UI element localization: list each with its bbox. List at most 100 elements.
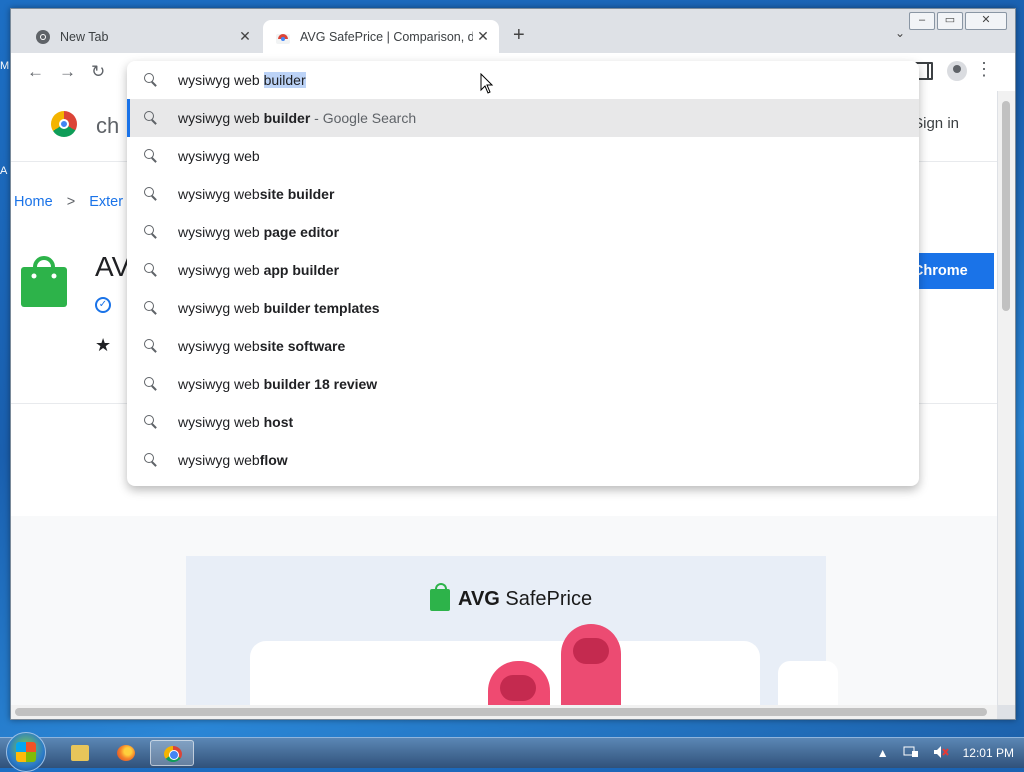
system-tray: ▲ 12:01 PM	[863, 738, 1014, 768]
omnibox-suggestion[interactable]: wysiwyg web builder 18 review	[127, 365, 919, 403]
browser-window: ‒ ▭ ✕ New Tab ✕ AVG SafePrice | Comparis…	[10, 8, 1016, 720]
suggestion-bold-text: builder 18 review	[263, 376, 378, 392]
scrollbar-thumb[interactable]	[1002, 101, 1010, 311]
omnibox-suggestion[interactable]: wysiwyg web	[127, 137, 919, 175]
omnibox-suggestion[interactable]: wysiwyg website builder	[127, 175, 919, 213]
suggestion-bold-text: app builder	[263, 262, 340, 278]
chevron-right-icon: >	[66, 194, 76, 210]
chrome-web-store-icon	[275, 29, 291, 45]
tab-title: New Tab	[60, 29, 109, 44]
suggestion-bold-text: builder templates	[263, 300, 380, 316]
shopping-bag-icon	[430, 582, 450, 611]
search-icon	[144, 263, 158, 277]
suggestion-bold-text: host	[263, 414, 294, 430]
start-button[interactable]	[6, 732, 46, 772]
omnibox-autocomplete-selection: builder	[263, 72, 306, 88]
search-icon	[144, 73, 158, 87]
suggestion-plain-text: wysiwyg web	[178, 300, 264, 316]
search-icon	[144, 453, 158, 467]
scrollbar-thumb[interactable]	[15, 708, 987, 716]
search-icon	[144, 377, 158, 391]
promo-card	[778, 661, 838, 705]
suggestion-plain-text: wysiwyg web	[178, 338, 260, 354]
omnibox-suggestion[interactable]: wysiwyg web app builder	[127, 251, 919, 289]
search-icon	[144, 301, 158, 315]
chrome-web-store-logo[interactable]	[51, 111, 77, 137]
suggestion-plain-text: wysiwyg web	[178, 110, 264, 126]
omnibox-dropdown: wysiwyg web builder wysiwyg web builder …	[127, 61, 919, 486]
taskbar-file-explorer[interactable]	[58, 740, 102, 766]
suggestion-bold-text: builder	[263, 110, 311, 126]
chrome-icon	[164, 746, 182, 762]
suggestion-text: wysiwyg web app builder	[178, 262, 339, 278]
tab-new-tab[interactable]: New Tab ✕	[23, 20, 261, 53]
suggestion-plain-text: wysiwyg web	[178, 262, 264, 278]
forward-button[interactable]: →	[59, 62, 76, 82]
avg-safeprice-bag-icon	[21, 256, 67, 307]
breadcrumb-extensions[interactable]: Exter	[89, 194, 123, 210]
chrome-icon	[35, 29, 51, 45]
promo-banner: AVG SafePrice	[186, 556, 838, 705]
close-tab-icon[interactable]: ✕	[235, 28, 255, 45]
horizontal-scrollbar[interactable]	[11, 705, 997, 719]
show-hidden-icons-button[interactable]: ▲	[877, 746, 889, 760]
profile-icon[interactable]	[947, 61, 967, 81]
promo-brand-bold: AVG	[458, 588, 500, 610]
omnibox-suggestion[interactable]: wysiwyg web builder - Google Search	[127, 99, 919, 137]
tab-search-button[interactable]: ⌄	[895, 26, 905, 40]
minimize-button[interactable]: ‒	[909, 12, 935, 30]
search-icon	[144, 415, 158, 429]
suggestion-bold-text: flow	[259, 452, 288, 468]
suggestion-text: wysiwyg website software	[178, 338, 345, 354]
taskbar-chrome[interactable]	[150, 740, 194, 766]
taskbar-firefox[interactable]	[104, 740, 148, 766]
suggestion-text: wysiwyg web page editor	[178, 224, 339, 240]
suggestion-text: wysiwyg web	[178, 148, 260, 164]
store-name[interactable]: ch	[96, 113, 119, 139]
suggestion-text: wysiwyg web builder templates	[178, 300, 380, 316]
omnibox-suggestion[interactable]: wysiwyg web builder templates	[127, 289, 919, 327]
breadcrumb-home[interactable]: Home	[14, 194, 53, 210]
maximize-button[interactable]: ▭	[937, 12, 963, 30]
vertical-scrollbar[interactable]	[998, 91, 1015, 705]
omnibox-suggestion[interactable]: wysiwyg web page editor	[127, 213, 919, 251]
reload-button[interactable]: ↻	[91, 62, 105, 82]
suggestion-text: wysiwyg website builder	[178, 186, 334, 202]
back-button[interactable]: ←	[27, 62, 44, 82]
search-icon	[144, 225, 158, 239]
suggestion-text: wysiwyg webflow	[178, 452, 288, 468]
close-window-button[interactable]: ✕	[965, 12, 1007, 30]
new-tab-button[interactable]: +	[513, 24, 525, 47]
chrome-menu-button[interactable]: ⋮	[975, 59, 993, 80]
suggestion-plain-text: wysiwyg web	[178, 224, 264, 240]
volume-muted-icon[interactable]	[933, 745, 949, 762]
suggestion-plain-text: wysiwyg web	[178, 148, 260, 164]
avg-safeprice-logo: AVG SafePrice	[430, 582, 593, 611]
breadcrumb: Home > Exter	[14, 194, 133, 210]
omnibox-text[interactable]: wysiwyg web builder	[178, 72, 306, 88]
mouse-cursor-icon	[480, 72, 494, 98]
windows-taskbar: ▲ 12:01 PM	[0, 732, 1024, 772]
promo-brand-rest: SafePrice	[499, 588, 593, 610]
tab-title: AVG SafePrice | Comparison, deal	[300, 29, 473, 44]
window-controls: ‒ ▭ ✕	[907, 12, 1007, 30]
omnibox-suggestion[interactable]: wysiwyg website software	[127, 327, 919, 365]
omnibox-suggestion[interactable]: wysiwyg webflow	[127, 441, 919, 479]
suggestion-plain-text: wysiwyg web	[178, 414, 264, 430]
search-icon	[144, 339, 158, 353]
search-icon	[144, 149, 158, 163]
extension-title: AV	[95, 251, 131, 282]
clock[interactable]: 12:01 PM	[963, 746, 1014, 760]
suggestion-plain-text: wysiwyg web	[178, 376, 264, 392]
omnibox-suggestion[interactable]: wysiwyg web host	[127, 403, 919, 441]
close-tab-icon[interactable]: ✕	[473, 28, 493, 45]
search-icon	[144, 187, 158, 201]
address-bar-input[interactable]: wysiwyg web builder	[127, 61, 919, 99]
suggestion-plain-text: wysiwyg web	[178, 452, 260, 468]
firefox-icon	[117, 745, 135, 761]
suggestion-hint: - Google Search	[310, 110, 417, 126]
network-icon[interactable]	[903, 745, 919, 762]
tab-avg-safeprice[interactable]: AVG SafePrice | Comparison, deal ✕	[263, 20, 499, 53]
sign-in-link[interactable]: Sign in	[913, 115, 959, 132]
star-icon: ★	[95, 335, 112, 355]
